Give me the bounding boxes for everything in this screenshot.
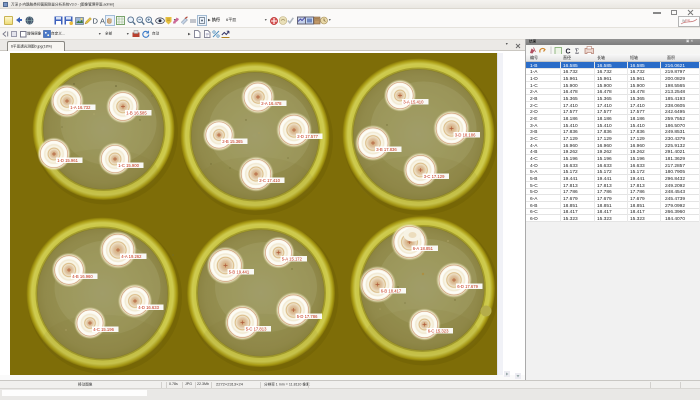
svg-text:4-B 16.960: 4-B 16.960: [72, 274, 93, 279]
svg-text:3-A 15.410: 3-A 15.410: [403, 99, 424, 104]
svg-text:2-C 17.410: 2-C 17.410: [259, 178, 280, 183]
svg-text:1-B 16.585: 1-B 16.585: [126, 110, 147, 115]
svg-text:6-A 18.851: 6-A 18.851: [413, 246, 434, 251]
svg-text:4-A 19.262: 4-A 19.262: [121, 254, 142, 259]
svg-text:6-C 15.323: 6-C 15.323: [428, 328, 449, 333]
svg-text:5-D 17.786: 5-D 17.786: [297, 314, 318, 319]
svg-text:1-C 15.900: 1-C 15.900: [118, 163, 139, 168]
svg-text:2-A 16.478: 2-A 16.478: [261, 101, 282, 106]
svg-text:4-C 15.196: 4-C 15.196: [93, 327, 114, 332]
svg-text:5-B 19.441: 5-B 19.441: [229, 269, 250, 274]
svg-text:2-B 15.365: 2-B 15.365: [222, 139, 243, 144]
svg-text:4-D 16.633: 4-D 16.633: [138, 305, 159, 310]
svg-text:1-A 16.732: 1-A 16.732: [70, 105, 91, 110]
svg-text:6-D 17.679: 6-D 17.679: [457, 284, 478, 289]
svg-text:5-A 15.172: 5-A 15.172: [282, 256, 303, 261]
svg-text:5-C 17.813: 5-C 17.813: [246, 326, 267, 331]
svg-text:2-D 17.577: 2-D 17.577: [297, 134, 318, 139]
svg-text:3-C 17.129: 3-C 17.129: [424, 174, 445, 179]
svg-text:3-B 17.836: 3-B 17.836: [376, 147, 397, 152]
svg-text:3-D 18.186: 3-D 18.186: [455, 132, 476, 137]
svg-text:1-D 15.961: 1-D 15.961: [57, 158, 78, 163]
svg-text:6-B 18.417: 6-B 18.417: [381, 288, 402, 293]
svg-text:D: D: [93, 17, 99, 26]
